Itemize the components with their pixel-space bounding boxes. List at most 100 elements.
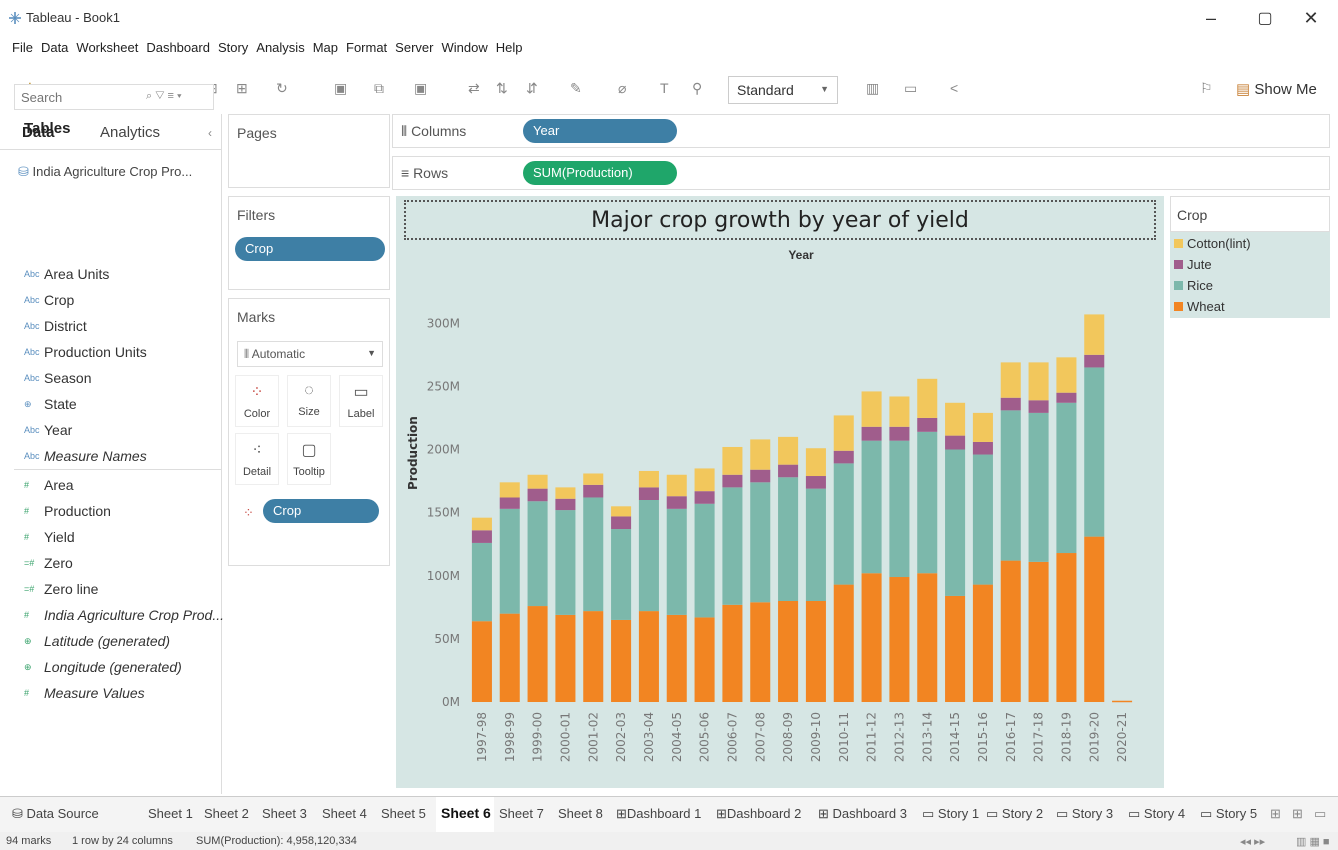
bar-segment-wheat[interactable]	[471, 621, 492, 702]
bar-segment-cotton-lint[interactable]	[611, 506, 632, 517]
menu-analysis[interactable]: Analysis	[256, 40, 304, 62]
clear-sheet-icon[interactable]: ▣	[414, 80, 427, 97]
menu-worksheet[interactable]: Worksheet	[76, 40, 138, 62]
sheet-nav-icon[interactable]: ◂◂ ▸▸	[1240, 835, 1265, 848]
duplicate-icon[interactable]: ⧉	[374, 80, 384, 97]
bar-segment-rice[interactable]	[499, 508, 520, 614]
bar-segment-cotton-lint[interactable]	[972, 412, 993, 442]
bar-segment-jute[interactable]	[611, 516, 632, 530]
bar-segment-cotton-lint[interactable]	[694, 468, 715, 492]
new-dashboard-tab-icon[interactable]: ⊞	[1292, 806, 1303, 822]
bar-segment-wheat[interactable]	[638, 611, 659, 702]
columns-pill-year[interactable]: Year	[523, 119, 677, 143]
field-longitude[interactable]: ⊕ Longitude (generated)	[24, 659, 182, 675]
tab-analytics[interactable]: Analytics	[100, 124, 160, 141]
presentation-icon[interactable]: ▭	[904, 80, 917, 97]
bar-segment-wheat[interactable]	[583, 611, 604, 702]
bar-segment-wheat[interactable]	[861, 573, 882, 702]
menu-dashboard[interactable]: Dashboard	[146, 40, 210, 62]
restore-button[interactable]: ▢	[1250, 8, 1280, 28]
datasource-item[interactable]: ⛁ India Agriculture Crop Pro...	[18, 164, 192, 180]
bar-segment-rice[interactable]	[694, 503, 715, 618]
bar-segment-rice[interactable]	[889, 440, 910, 578]
search-filter-icons[interactable]: ⌕ ▽ ≡ ▾	[146, 90, 182, 103]
menu-help[interactable]: Help	[496, 40, 523, 62]
bar-segment-cotton-lint[interactable]	[778, 436, 799, 465]
bar-segment-jute[interactable]	[527, 488, 548, 502]
bar-segment-cotton-lint[interactable]	[555, 487, 576, 499]
tab-sheet-6[interactable]: Sheet 6	[441, 805, 491, 821]
rows-pill-sum-production[interactable]: SUM(Production)	[523, 161, 677, 185]
bar-segment-wheat[interactable]	[611, 619, 632, 702]
menu-file[interactable]: File	[12, 40, 33, 62]
bar-segment-jute[interactable]	[583, 484, 604, 498]
bar-segment-cotton-lint[interactable]	[583, 473, 604, 485]
minimize-button[interactable]: –	[1196, 8, 1226, 29]
field-measure-values[interactable]: # Measure Values	[24, 685, 145, 701]
fit-select[interactable]: Standard ▼	[728, 76, 838, 104]
field-crop[interactable]: Abc Crop	[24, 292, 74, 308]
bar-segment-rice[interactable]	[917, 431, 938, 574]
bar-segment-rice[interactable]	[945, 449, 966, 596]
bar-segment-cotton-lint[interactable]	[1084, 314, 1105, 355]
bar-segment-wheat[interactable]	[833, 584, 854, 702]
bar-segment-jute[interactable]	[972, 441, 993, 455]
bar-segment-rice[interactable]	[1084, 367, 1105, 537]
tab-sheet-3[interactable]: Sheet 3	[262, 806, 307, 821]
bar-segment-rice[interactable]	[972, 454, 993, 585]
bar-segment-jute[interactable]	[1028, 400, 1049, 413]
bar-segment-jute[interactable]	[778, 464, 799, 478]
bar-segment-cotton-lint[interactable]	[750, 439, 771, 470]
bar-segment-wheat[interactable]	[945, 595, 966, 702]
bar-segment-cotton-lint[interactable]	[499, 482, 520, 498]
detail-button[interactable]: ⁖ Detail	[235, 433, 279, 485]
legend-item-jute[interactable]: Jute	[1174, 257, 1212, 272]
bar-segment-jute[interactable]	[805, 476, 826, 489]
bar-segment-jute[interactable]	[833, 450, 854, 464]
view-mode-icon[interactable]: ▥ ▦ ■	[1296, 835, 1330, 848]
bar-segment-wheat[interactable]	[917, 573, 938, 702]
filters-card[interactable]: Filters Crop	[228, 196, 390, 290]
rows-shelf[interactable]: ≡ Rows SUM(Production)	[392, 156, 1330, 190]
bar-segment-jute[interactable]	[1056, 392, 1077, 403]
bar-segment-wheat[interactable]	[972, 584, 993, 702]
cards-icon[interactable]: ▥	[866, 80, 879, 97]
bar-segment-cotton-lint[interactable]	[1028, 362, 1049, 401]
bar-segment-rice[interactable]	[833, 463, 854, 585]
bar-segment-wheat[interactable]	[1112, 700, 1133, 703]
filter-pill-crop[interactable]: Crop	[235, 237, 385, 261]
new-story-tab-icon[interactable]: ▭	[1314, 806, 1326, 822]
bar-segment-cotton-lint[interactable]	[805, 448, 826, 477]
menu-server[interactable]: Server	[395, 40, 433, 62]
bar-segment-wheat[interactable]	[1000, 560, 1021, 702]
show-me-button[interactable]: ▤ Show Me	[1236, 80, 1317, 98]
field-yield[interactable]: # Yield	[24, 529, 75, 545]
refresh-icon[interactable]: ↻	[276, 80, 288, 97]
bar-segment-wheat[interactable]	[555, 614, 576, 702]
bar-segment-rice[interactable]	[1028, 412, 1049, 562]
bar-segment-jute[interactable]	[666, 496, 687, 509]
field-zero-line[interactable]: =# Zero line	[24, 581, 98, 597]
bar-segment-wheat[interactable]	[1084, 536, 1105, 702]
bar-segment-jute[interactable]	[861, 426, 882, 441]
field-year[interactable]: Abc Year	[24, 422, 72, 438]
legend-item-cotton[interactable]: Cotton(lint)	[1174, 236, 1251, 251]
bar-segment-rice[interactable]	[527, 501, 548, 607]
bar-segment-jute[interactable]	[750, 469, 771, 483]
bar-segment-jute[interactable]	[471, 530, 492, 543]
label-button[interactable]: ▭ Label	[339, 375, 383, 427]
labels-icon[interactable]: T	[660, 80, 669, 96]
mark-type-select[interactable]: ⫴ Automatic ▼	[237, 341, 383, 367]
bar-segment-wheat[interactable]	[1056, 553, 1077, 702]
bar-segment-wheat[interactable]	[750, 602, 771, 702]
bar-segment-wheat[interactable]	[778, 601, 799, 702]
bar-segment-cotton-lint[interactable]	[527, 474, 548, 489]
field-latitude[interactable]: ⊕ Latitude (generated)	[24, 633, 170, 649]
field-area[interactable]: # Area	[24, 477, 74, 493]
bar-segment-rice[interactable]	[750, 482, 771, 603]
legend-item-wheat[interactable]: Wheat	[1174, 299, 1225, 314]
menu-window[interactable]: Window	[441, 40, 487, 62]
bar-segment-wheat[interactable]	[666, 614, 687, 702]
tab-dashboard-1[interactable]: ⊞Dashboard 1	[616, 806, 701, 822]
bar-segment-rice[interactable]	[778, 477, 799, 601]
